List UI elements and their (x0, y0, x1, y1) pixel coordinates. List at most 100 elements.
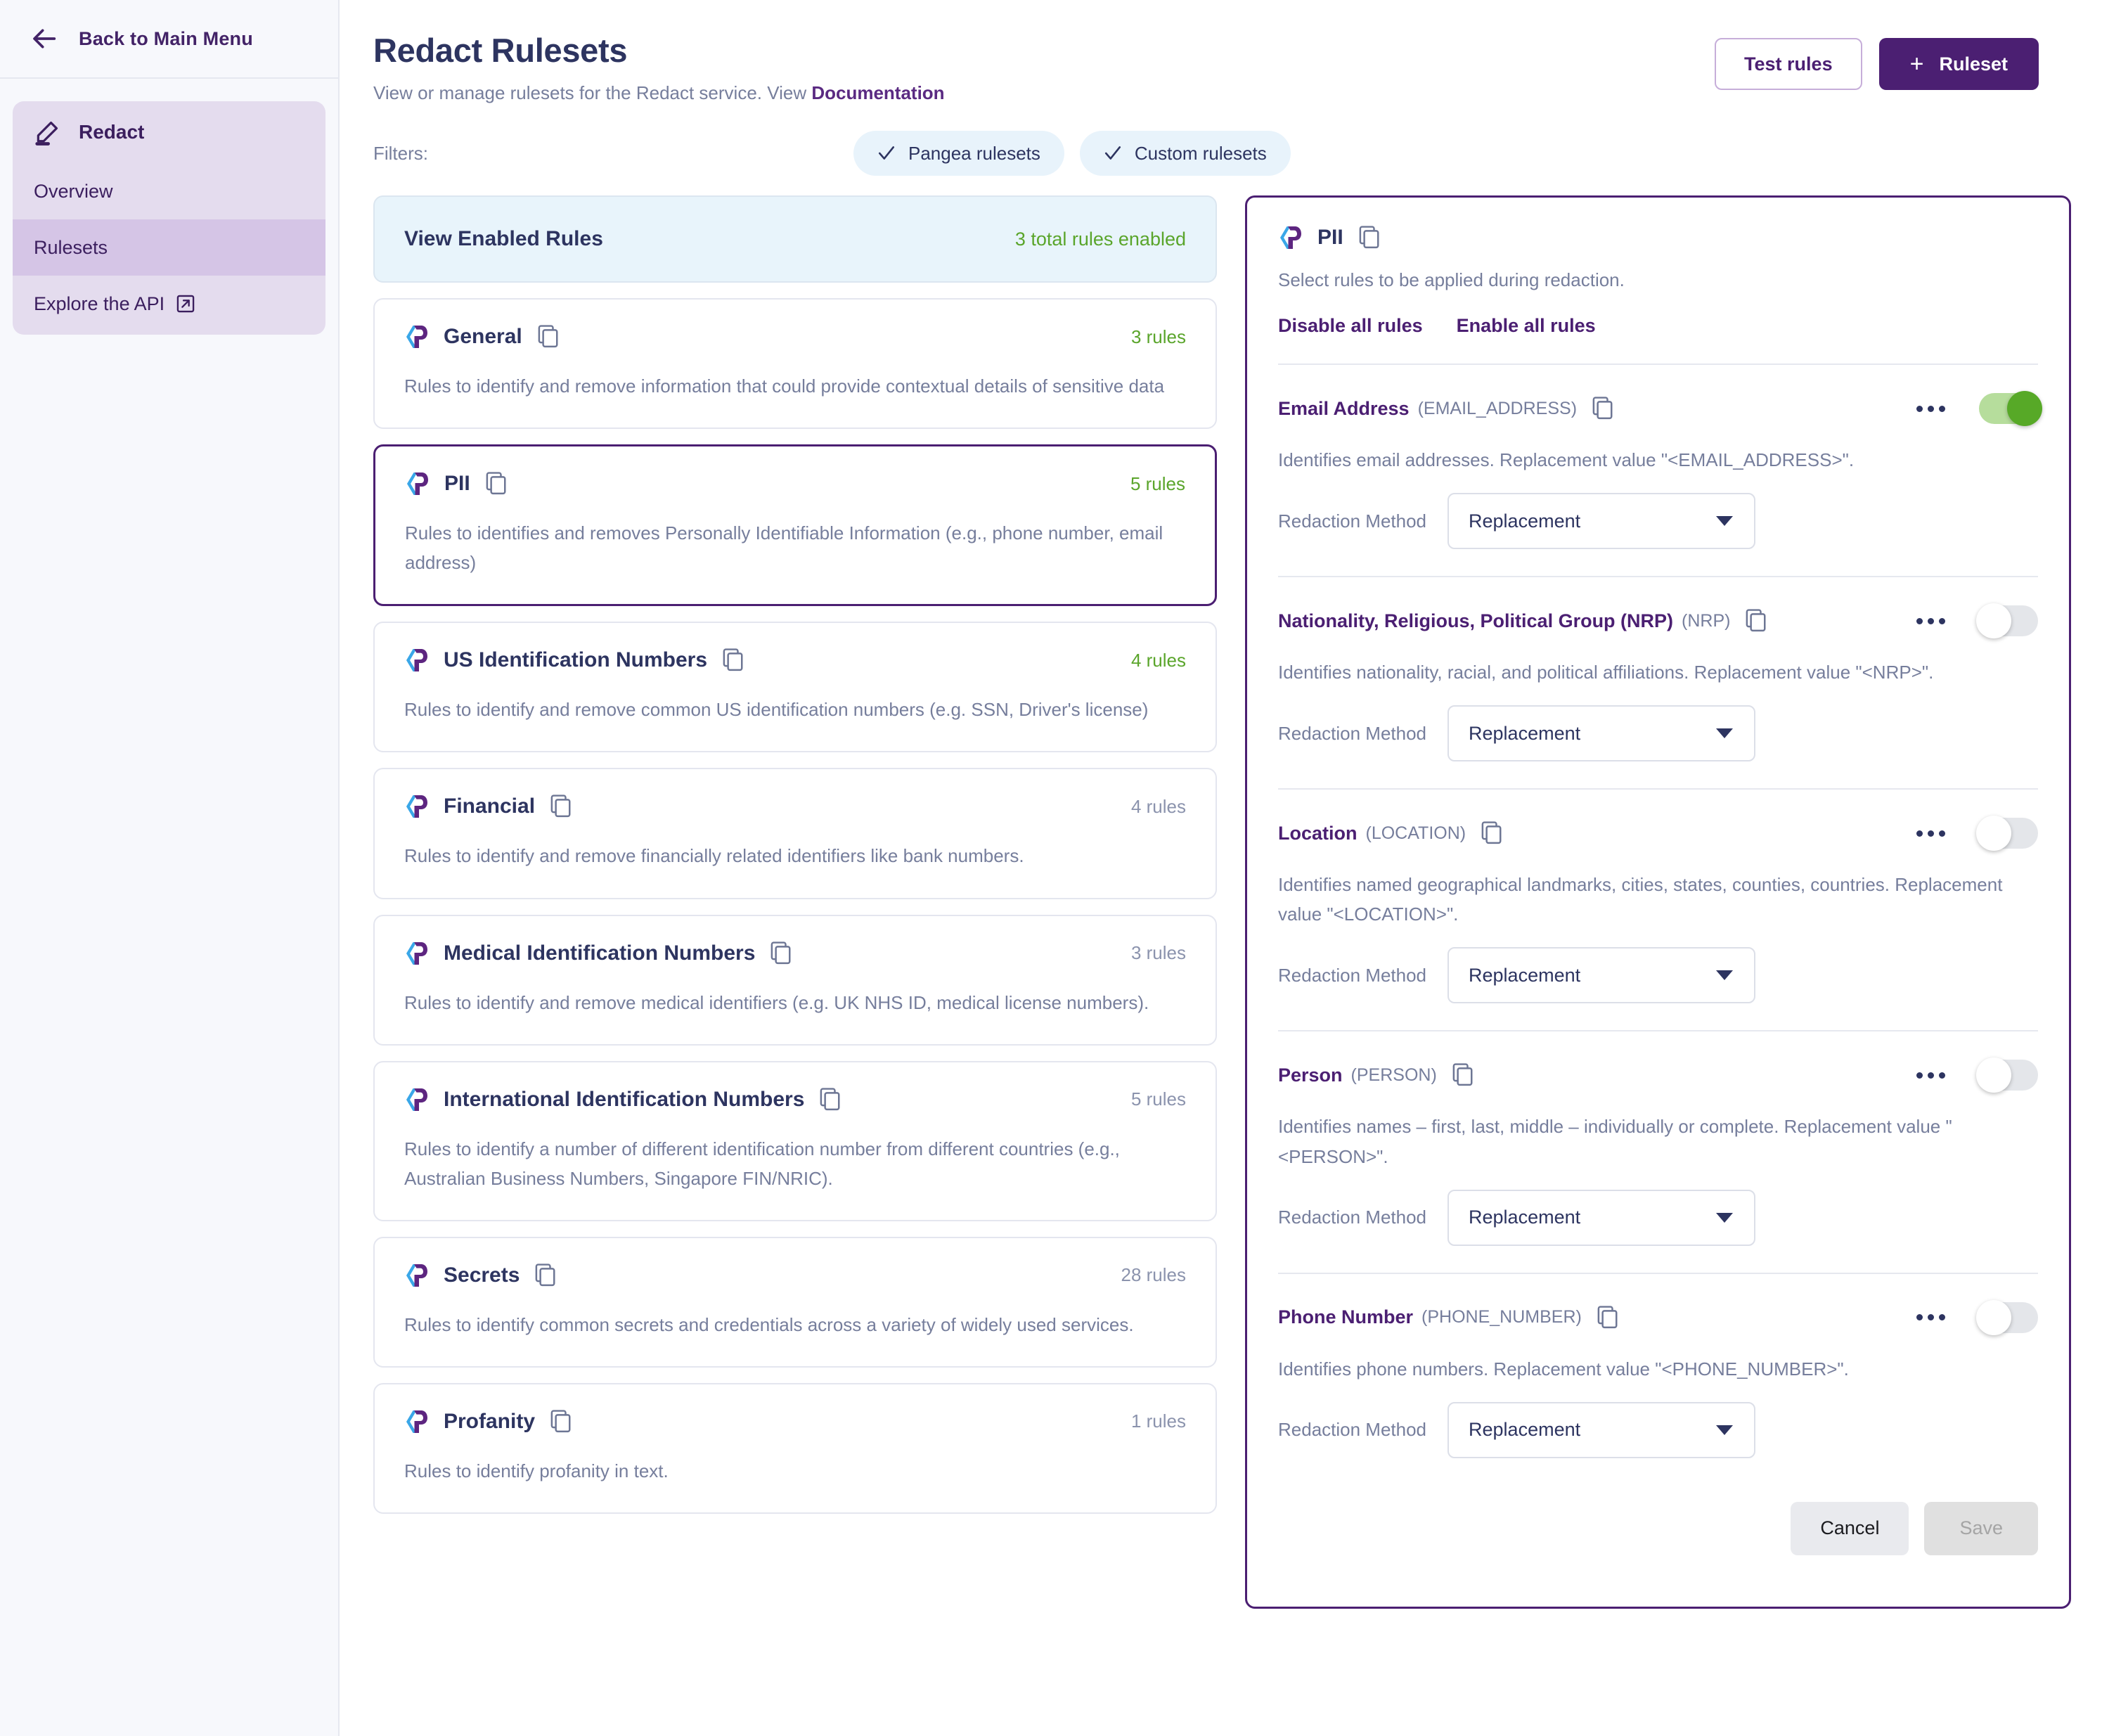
add-ruleset-button[interactable]: + Ruleset (1878, 38, 2039, 90)
ruleset-rule-count: 4 rules (1130, 649, 1186, 671)
chevron-down-icon (1716, 1212, 1734, 1223)
copy-icon[interactable] (538, 325, 560, 349)
ruleset-name: General (444, 325, 522, 348)
rule-description: Identifies email addresses. Replacement … (1278, 449, 1855, 470)
sidebar-service-header: Redact (13, 101, 325, 163)
ruleset-name: Medical Identification Numbers (444, 941, 756, 965)
rule-name: Phone Number (1278, 1306, 1414, 1328)
copy-icon[interactable] (770, 941, 793, 965)
copy-icon[interactable] (1359, 226, 1381, 250)
disable-all-rules-link[interactable]: Disable all rules (1278, 315, 1423, 337)
filter-chip-custom-rulesets[interactable]: Custom rulesets (1079, 131, 1291, 176)
copy-icon[interactable] (550, 795, 573, 818)
enable-all-rules-link[interactable]: Enable all rules (1457, 315, 1596, 337)
ruleset-name: PII (444, 472, 470, 496)
redaction-method-value: Replacement (1469, 1419, 1581, 1441)
ruleset-card-secrets[interactable]: Secrets 28 rules Rules to identify commo… (373, 1236, 1217, 1368)
add-ruleset-label: Ruleset (1939, 53, 2008, 75)
pangea-logo-icon (406, 1088, 427, 1111)
detail-bulk-actions: Disable all rules Enable all rules (1278, 315, 2038, 337)
pangea-logo-icon (406, 1410, 427, 1433)
ruleset-card-medical-identification-numbers[interactable]: Medical Identification Numbers 3 rules R… (373, 914, 1217, 1046)
copy-icon[interactable] (535, 1264, 557, 1287)
ruleset-name: Profanity (444, 1409, 536, 1433)
sidebar-item-overview[interactable]: Overview (13, 163, 325, 219)
rule-overflow-menu-icon[interactable] (1916, 405, 1945, 412)
filter-chip-label: Pangea rulesets (908, 142, 1040, 164)
main-content: Redact Rulesets View or manage rulesets … (340, 0, 2102, 1736)
sidebar-item-explore-the-api[interactable]: Explore the API (13, 276, 325, 332)
redaction-method-label: Redaction Method (1278, 1419, 1427, 1441)
pencil-icon (35, 121, 58, 146)
copy-icon[interactable] (1481, 821, 1504, 845)
ruleset-description: Rules to identify a number of different … (404, 1138, 1120, 1189)
view-enabled-rules-banner[interactable]: View Enabled Rules 3 total rules enabled (373, 195, 1217, 283)
filters-label: Filters: (373, 142, 428, 164)
rule-overflow-menu-icon[interactable] (1916, 1314, 1945, 1321)
sidebar-item-label: Overview (34, 180, 113, 202)
ruleset-detail-panel: PII Select rules to be applied during re… (1245, 195, 2071, 1609)
ruleset-detail-column: PII Select rules to be applied during re… (1245, 195, 2102, 1711)
cancel-button[interactable]: Cancel (1791, 1501, 1909, 1555)
ruleset-description: Rules to identify profanity in text. (404, 1460, 669, 1481)
copy-icon[interactable] (1597, 1305, 1620, 1330)
ruleset-description: Rules to identifies and removes Personal… (405, 522, 1163, 574)
copy-icon[interactable] (550, 1410, 573, 1434)
copy-icon[interactable] (486, 472, 508, 496)
pangea-logo-icon (406, 326, 427, 348)
sidebar-service-label: Redact (79, 121, 145, 143)
rule-overflow-menu-icon[interactable] (1916, 1072, 1945, 1079)
redaction-method-select[interactable]: Replacement (1447, 493, 1756, 550)
ruleset-card-pii[interactable]: PII 5 rules Rules to identifies and remo… (373, 444, 1217, 607)
sidebar-item-rulesets[interactable]: Rulesets (13, 219, 325, 276)
ruleset-card-general[interactable]: General 3 rules Rules to identify and re… (373, 298, 1217, 430)
copy-icon[interactable] (723, 648, 745, 672)
pangea-logo-icon (406, 649, 427, 672)
filters-row: Filters: Pangea rulesets Custom rulesets (340, 104, 2102, 176)
redaction-method-select[interactable]: Replacement (1447, 947, 1756, 1004)
rule-name: Email Address (1278, 397, 1410, 419)
copy-icon[interactable] (820, 1087, 842, 1112)
copy-icon[interactable] (1592, 397, 1615, 420)
pangea-logo-icon (406, 1264, 427, 1287)
rule-toggle[interactable] (1976, 1057, 2038, 1093)
chevron-down-icon (1716, 728, 1734, 739)
total-rules-enabled-count: 3 total rules enabled (1014, 228, 1186, 250)
redaction-method-select[interactable]: Replacement (1447, 705, 1756, 762)
ruleset-rule-count: 28 rules (1121, 1264, 1187, 1286)
ruleset-name: Financial (444, 795, 536, 818)
rule-toggle[interactable] (1979, 391, 2042, 426)
rule-toggle[interactable] (1976, 603, 2038, 639)
copy-icon[interactable] (1746, 609, 1768, 633)
ruleset-description: Rules to identify and remove common US i… (404, 699, 1149, 721)
redaction-method-value: Replacement (1469, 722, 1581, 744)
ruleset-card-international-identification-numbers[interactable]: International Identification Numbers 5 r… (373, 1060, 1217, 1221)
ruleset-card-us-identification-numbers[interactable]: US Identification Numbers 4 rules Rules … (373, 622, 1217, 753)
ruleset-card-financial[interactable]: Financial 4 rules Rules to identify and … (373, 768, 1217, 899)
redaction-method-select[interactable]: Replacement (1447, 1401, 1756, 1458)
rule-overflow-menu-icon[interactable] (1916, 830, 1945, 837)
ruleset-rule-count: 5 rules (1130, 1088, 1186, 1110)
redaction-method-label: Redaction Method (1278, 510, 1427, 532)
redaction-method-value: Replacement (1469, 510, 1581, 532)
page-header-text: Redact Rulesets View or manage rulesets … (373, 31, 945, 104)
back-to-main-menu-button[interactable]: Back to Main Menu (0, 0, 338, 79)
filter-chip-pangea-rulesets[interactable]: Pangea rulesets (853, 131, 1064, 176)
test-rules-button[interactable]: Test rules (1715, 38, 1862, 90)
rule-row-person: Person (PERSON) Identifies names – first… (1278, 1031, 2038, 1246)
rule-description: Identifies phone numbers. Replacement va… (1278, 1358, 1849, 1380)
sidebar-item-label: Rulesets (34, 236, 108, 258)
ruleset-card-profanity[interactable]: Profanity 1 rules Rules to identify prof… (373, 1382, 1217, 1515)
documentation-link[interactable]: Documentation (811, 82, 944, 103)
rule-toggle[interactable] (1976, 1299, 2038, 1335)
rule-toggle[interactable] (1976, 816, 2038, 851)
pangea-logo-icon (406, 941, 427, 965)
ruleset-description: Rules to identify and remove financially… (404, 845, 1024, 867)
copy-icon[interactable] (1452, 1063, 1475, 1087)
save-button[interactable]: Save (1924, 1501, 2038, 1555)
ruleset-description: Rules to identify and remove medical ide… (404, 991, 1149, 1013)
redaction-method-select[interactable]: Replacement (1447, 1189, 1756, 1246)
rule-overflow-menu-icon[interactable] (1916, 617, 1945, 624)
rule-row-phone-number: Phone Number (PHONE_NUMBER) Identifies p… (1278, 1274, 2038, 1458)
rule-row-email-address: Email Address (EMAIL_ADDRESS) Identifies… (1278, 365, 2042, 550)
